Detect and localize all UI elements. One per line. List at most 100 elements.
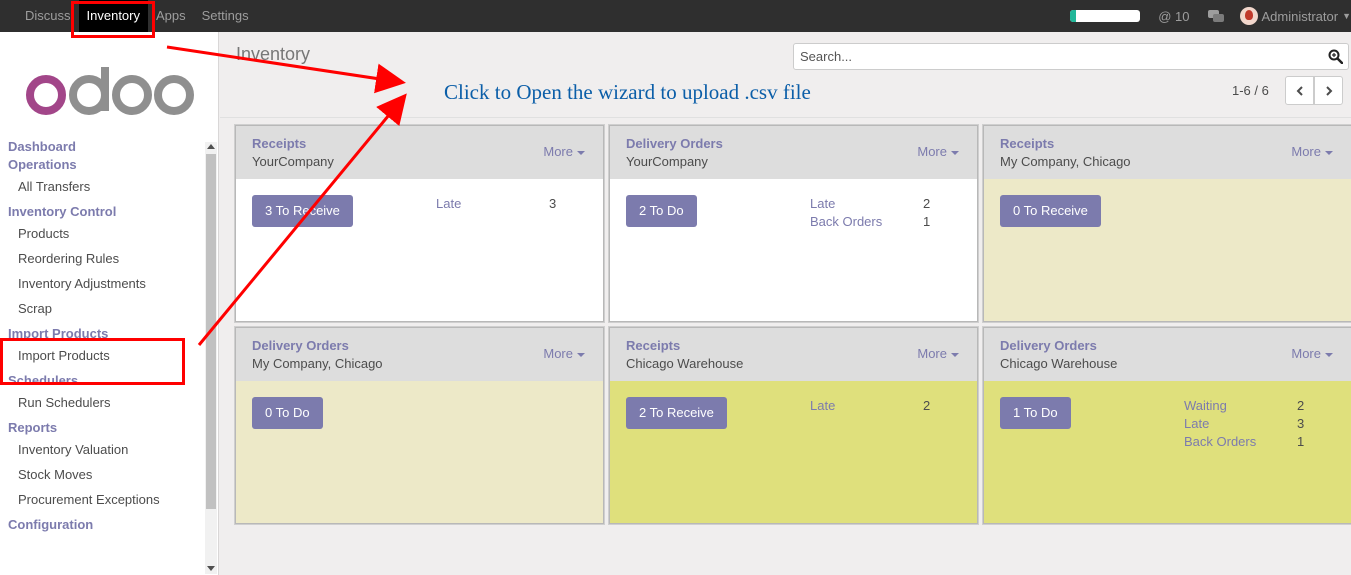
stat-value: 2 xyxy=(923,398,931,413)
more-label: More xyxy=(917,346,947,361)
mentions-button[interactable]: @ 10 xyxy=(1158,9,1189,24)
more-dropdown[interactable]: More xyxy=(543,144,585,159)
sidebar-section-dashboard[interactable]: Dashboard Operations xyxy=(0,138,205,174)
more-label: More xyxy=(543,346,573,361)
search-input[interactable] xyxy=(793,43,1349,70)
stat-value: 2 xyxy=(1297,398,1305,413)
card-action-button[interactable]: 2 To Receive xyxy=(626,397,727,429)
more-label: More xyxy=(543,144,573,159)
card-action-button[interactable]: 0 To Receive xyxy=(1000,195,1101,227)
stat-label[interactable]: Waiting xyxy=(1184,398,1227,413)
sidebar-item-reordering-rules[interactable]: Reordering Rules xyxy=(0,246,205,271)
sidebar-item-inventory-valuation[interactable]: Inventory Valuation xyxy=(0,437,205,462)
stat-value: 1 xyxy=(1297,434,1305,449)
stat-label[interactable]: Back Orders xyxy=(1184,434,1256,449)
scroll-down-arrow-icon[interactable] xyxy=(207,566,215,571)
sidebar-item-procurement-exceptions[interactable]: Procurement Exceptions xyxy=(0,487,205,512)
annotation-text: Click to Open the wizard to upload .csv … xyxy=(444,80,811,104)
at-icon: @ xyxy=(1158,8,1172,24)
chat-icon[interactable] xyxy=(1207,10,1224,22)
card-body: 0 To Do xyxy=(236,381,603,523)
avatar[interactable] xyxy=(1239,7,1258,25)
pager-value: 1-6 / 6 xyxy=(1232,83,1269,98)
sidebar-item-scrap[interactable]: Scrap xyxy=(0,296,205,321)
chevron-left-icon xyxy=(1296,85,1303,96)
caret-down-icon xyxy=(1325,150,1333,155)
stat-label[interactable]: Late xyxy=(436,196,461,211)
highlight-box-inventory-menu xyxy=(71,1,155,38)
top-navbar: Discuss Inventory Apps Settings @ 10 Adm… xyxy=(0,0,1351,32)
sidebar-item-products[interactable]: Products xyxy=(0,221,205,246)
more-label: More xyxy=(1291,144,1321,159)
more-dropdown[interactable]: More xyxy=(1291,144,1333,159)
control-panel-divider xyxy=(220,117,1351,118)
more-label: More xyxy=(917,144,947,159)
card-header: Receipts Chicago Warehouse More xyxy=(610,328,977,381)
kanban-card: Receipts My Company, Chicago More 0 To Rece… xyxy=(983,125,1351,322)
caret-down-icon xyxy=(951,352,959,357)
kanban-card: Delivery Orders Chicago Warehouse More 1 To… xyxy=(983,327,1351,524)
more-dropdown[interactable]: More xyxy=(917,144,959,159)
sidebar-item-all-transfers[interactable]: All Transfers xyxy=(0,174,205,199)
planner-progress[interactable] xyxy=(1070,10,1141,22)
card-body: 2 To Do Late 2 Back Orders 1 xyxy=(610,179,977,321)
card-action-button[interactable]: 1 To Do xyxy=(1000,397,1071,429)
sidebar-item-inventory-adjustments[interactable]: Inventory Adjustments xyxy=(0,271,205,296)
stat-label[interactable]: Late xyxy=(1184,416,1209,431)
sidebar-menu: Dashboard Operations All Transfers Invent… xyxy=(0,132,205,534)
sidebar-scrollbar[interactable] xyxy=(205,142,217,574)
systray: @ 10 Administrator ▼ xyxy=(1070,0,1351,32)
stat-label[interactable]: Late xyxy=(810,196,835,211)
menu-settings[interactable]: Settings xyxy=(194,0,257,32)
card-action-button[interactable]: 2 To Do xyxy=(626,195,697,227)
stat-label[interactable]: Late xyxy=(810,398,835,413)
stat-value: 3 xyxy=(1297,416,1305,431)
scroll-up-arrow-icon[interactable] xyxy=(207,144,215,149)
sidebar-item-run-schedulers[interactable]: Run Schedulers xyxy=(0,390,205,415)
scroll-thumb[interactable] xyxy=(206,154,216,509)
pager-previous-button[interactable] xyxy=(1285,76,1314,105)
sidebar-section-inventory-control[interactable]: Inventory Control xyxy=(0,203,205,221)
search-icon[interactable] xyxy=(1328,49,1343,64)
more-dropdown[interactable]: More xyxy=(917,346,959,361)
chevron-down-icon[interactable]: ▼ xyxy=(1342,11,1351,21)
card-body: 3 To Receive Late 3 xyxy=(236,179,603,321)
sidebar-item-stock-moves[interactable]: Stock Moves xyxy=(0,462,205,487)
kanban-card: Receipts Chicago Warehouse More 2 To Receiv… xyxy=(609,327,978,524)
highlight-box-import-products xyxy=(0,338,185,385)
kanban-card: Delivery Orders YourCompany More 2 To Do Lat… xyxy=(609,125,978,322)
card-body: 2 To Receive Late 2 xyxy=(610,381,977,523)
progress-fill xyxy=(1070,10,1076,22)
kanban-card: Delivery Orders My Company, Chicago More 0 … xyxy=(235,327,604,524)
caret-down-icon xyxy=(577,150,585,155)
menu-discuss[interactable]: Discuss xyxy=(0,0,79,32)
card-header: Delivery Orders YourCompany More xyxy=(610,126,977,179)
card-body: 0 To Receive xyxy=(984,179,1351,321)
caret-down-icon xyxy=(577,352,585,357)
user-name[interactable]: Administrator xyxy=(1262,9,1339,24)
more-dropdown[interactable]: More xyxy=(543,346,585,361)
stat-label[interactable]: Back Orders xyxy=(810,214,882,229)
pager-next-button[interactable] xyxy=(1314,76,1343,105)
more-dropdown[interactable]: More xyxy=(1291,346,1333,361)
sidebar-section-configuration[interactable]: Configuration xyxy=(0,516,205,534)
card-body: 1 To Do Waiting 2 Late 3 Back Orders 1 xyxy=(984,381,1351,523)
stat-value: 1 xyxy=(923,214,931,229)
card-action-button[interactable]: 3 To Receive xyxy=(252,195,353,227)
caret-down-icon xyxy=(1325,352,1333,357)
card-header: Receipts YourCompany More xyxy=(236,126,603,179)
caret-down-icon xyxy=(951,150,959,155)
sidebar: Dashboard Operations All Transfers Invent… xyxy=(0,32,219,575)
sidebar-section-reports[interactable]: Reports xyxy=(0,419,205,437)
stat-value: 2 xyxy=(923,196,931,211)
chevron-right-icon xyxy=(1325,85,1332,96)
card-header: Delivery Orders My Company, Chicago More xyxy=(236,328,603,381)
card-action-button[interactable]: 0 To Do xyxy=(252,397,323,429)
odoo-logo[interactable] xyxy=(25,67,195,115)
stat-value: 3 xyxy=(549,196,557,211)
more-label: More xyxy=(1291,346,1321,361)
card-header: Receipts My Company, Chicago More xyxy=(984,126,1351,179)
card-header: Delivery Orders Chicago Warehouse More xyxy=(984,328,1351,381)
kanban-card: Receipts YourCompany More 3 To Receive Late 3 xyxy=(235,125,604,322)
page-title: Inventory xyxy=(236,44,311,64)
